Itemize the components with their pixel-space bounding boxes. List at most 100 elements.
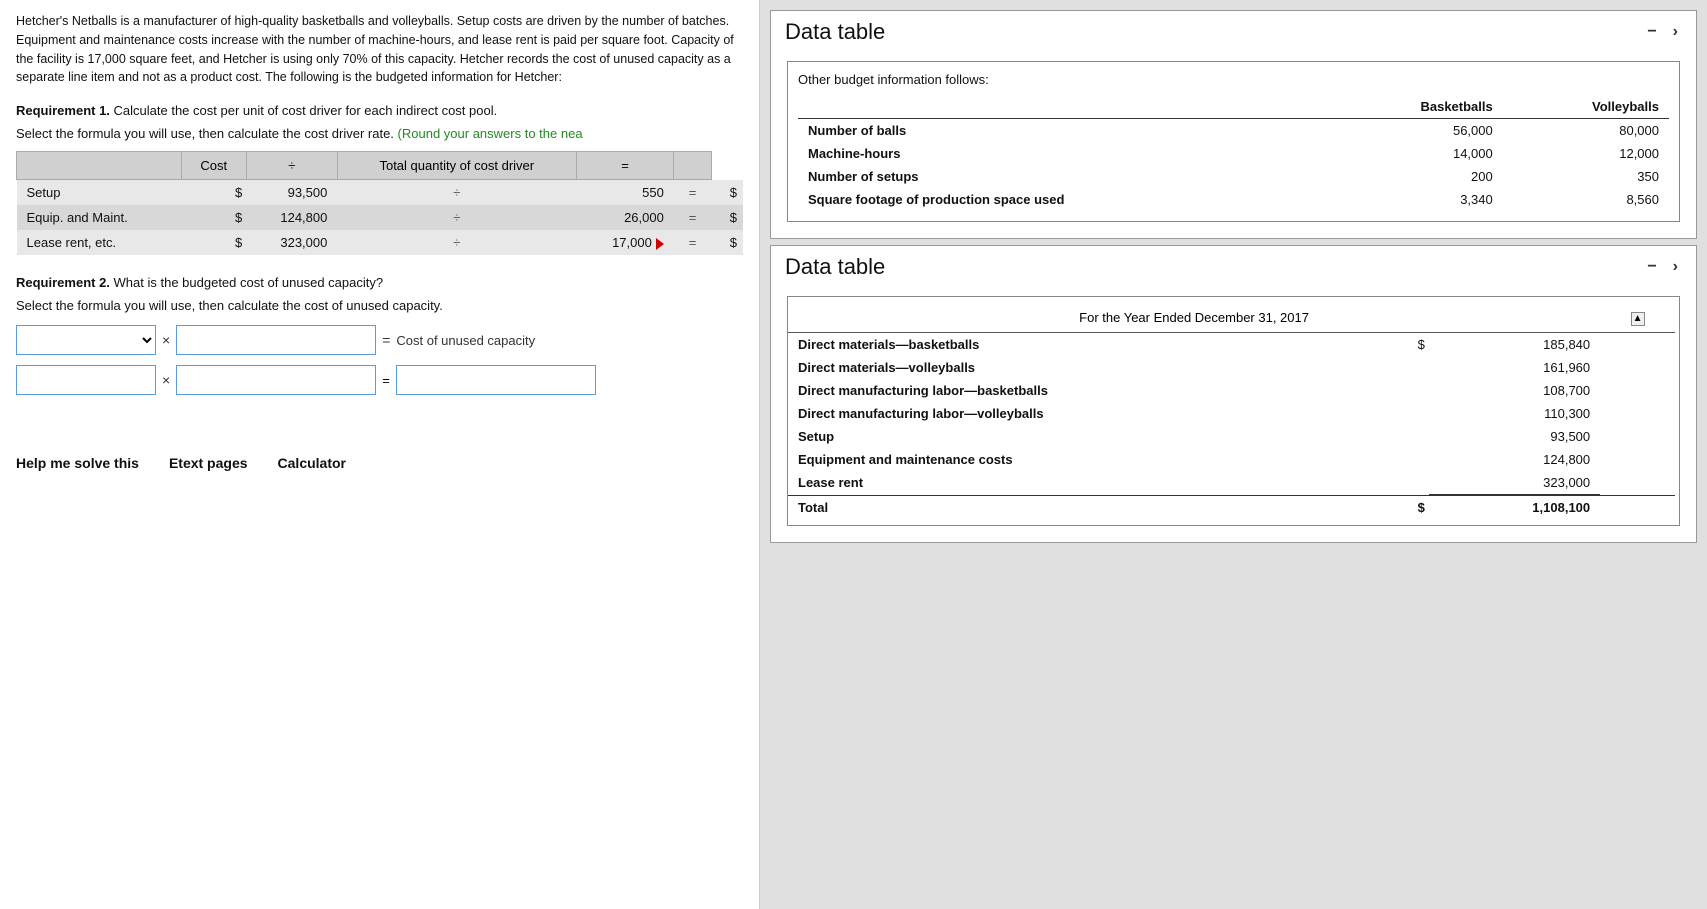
col-header-eq: = — [576, 152, 674, 180]
cost-row-dollar: $ — [181, 180, 246, 206]
cost-row-cost: 124,800 — [246, 205, 337, 230]
fin-row-label: Direct materials—volleyballs — [788, 356, 1382, 379]
etext-link[interactable]: Etext pages — [169, 455, 248, 471]
card2-controls: − › — [1643, 258, 1682, 276]
fin-table-wrapper: For the Year Ended December 31, 2017 ▲ D… — [787, 296, 1680, 526]
budget-table-wrapper: Other budget information follows: Basket… — [787, 61, 1680, 222]
scroll-up-button[interactable]: ▲ — [1631, 312, 1645, 326]
cost-row-eq: = — [674, 205, 712, 230]
multiply-operator: × — [162, 332, 170, 348]
cost-row-label: Lease rent, etc. — [17, 230, 182, 255]
col-header-cost: Cost — [181, 152, 246, 180]
cost-row-div: ÷ — [337, 180, 576, 206]
budget-row-label: Number of setups — [798, 165, 1326, 188]
fin-row-amount: 1,108,100 — [1429, 495, 1600, 519]
formula-select[interactable] — [16, 325, 156, 355]
fin-row-empty — [1600, 495, 1675, 519]
req2-row2-input1[interactable] — [16, 365, 156, 395]
col-header-empty — [17, 152, 182, 180]
budget-row-v: 350 — [1503, 165, 1669, 188]
cost-row-div: ÷ — [337, 230, 576, 255]
data-card-1: Data table − › Other budget information … — [770, 10, 1697, 239]
budget-row-b: 3,340 — [1326, 188, 1502, 211]
fin-row-amount: 161,960 — [1429, 356, 1600, 379]
req2-row2-input2[interactable] — [176, 365, 376, 395]
fin-row-dollar — [1382, 448, 1429, 471]
fin-row-amount: 93,500 — [1429, 425, 1600, 448]
req2-row2-result[interactable] — [396, 365, 596, 395]
left-panel: Hetcher's Netballs is a manufacturer of … — [0, 0, 760, 909]
data-card-2-header: Data table − › — [771, 246, 1696, 286]
multiply-operator2: × — [162, 372, 170, 388]
data-card-1-body: Other budget information follows: Basket… — [771, 51, 1696, 238]
card1-minimize-button[interactable]: − — [1643, 23, 1660, 41]
req2-heading: Requirement 2. What is the budgeted cost… — [16, 275, 743, 290]
data-table1-title: Data table — [785, 19, 885, 45]
data-card-2: Data table − › For the Year Ended Decemb… — [770, 245, 1697, 543]
fin-row-label: Direct manufacturing labor—volleyballs — [788, 402, 1382, 425]
fin-scroll-up: ▲ — [1600, 303, 1675, 333]
cost-row-qty: 550 — [576, 180, 674, 206]
data-table2-title: Data table — [785, 254, 885, 280]
budget-row-v: 80,000 — [1503, 119, 1669, 143]
cost-row-result: $ — [711, 205, 743, 230]
requirement2-section: Requirement 2. What is the budgeted cost… — [16, 275, 743, 395]
cost-row-qty: 26,000 — [576, 205, 674, 230]
cost-row-result: $ — [711, 180, 743, 206]
fin-row-empty — [1600, 402, 1675, 425]
col-header-result — [674, 152, 712, 180]
cost-row-dollar: $ — [181, 205, 246, 230]
cost-row-qty: 17,000 — [576, 230, 674, 255]
help-link[interactable]: Help me solve this — [16, 455, 139, 471]
calculator-link[interactable]: Calculator — [278, 455, 346, 471]
budget-row-v: 8,560 — [1503, 188, 1669, 211]
budget-row-label: Square footage of production space used — [798, 188, 1326, 211]
cost-row-cost: 323,000 — [246, 230, 337, 255]
fin-row-dollar — [1382, 425, 1429, 448]
data-card-2-body: For the Year Ended December 31, 2017 ▲ D… — [771, 286, 1696, 542]
budget-row-v: 12,000 — [1503, 142, 1669, 165]
budget-row-label: Machine-hours — [798, 142, 1326, 165]
budget-subtitle: Other budget information follows: — [798, 72, 1669, 87]
cost-row-eq: = — [674, 180, 712, 206]
right-panel: Data table − › Other budget information … — [760, 0, 1707, 909]
fin-row-dollar — [1382, 402, 1429, 425]
col-header-qty: Total quantity of cost driver — [337, 152, 576, 180]
intro-text: Hetcher's Netballs is a manufacturer of … — [16, 12, 743, 87]
req2-formula-row2: × = — [16, 365, 743, 395]
fin-row-label: Lease rent — [788, 471, 1382, 495]
card1-expand-button[interactable]: › — [1669, 23, 1682, 41]
fin-row-empty — [1600, 448, 1675, 471]
fin-row-label: Setup — [788, 425, 1382, 448]
budget-table: Basketballs Volleyballs Number of balls … — [798, 95, 1669, 211]
budget-row-b: 200 — [1326, 165, 1502, 188]
fin-row-amount: 110,300 — [1429, 402, 1600, 425]
fin-row-amount: 323,000 — [1429, 471, 1600, 495]
fin-row-dollar — [1382, 356, 1429, 379]
fin-row-dollar: $ — [1382, 333, 1429, 357]
bottom-links: Help me solve this Etext pages Calculato… — [16, 455, 743, 471]
req2-instruction: Select the formula you will use, then ca… — [16, 298, 743, 313]
budget-row-b: 56,000 — [1326, 119, 1502, 143]
equals-sign: = — [382, 332, 390, 348]
req1-heading: Requirement 1. Calculate the cost per un… — [16, 103, 743, 118]
budget-row-b: 14,000 — [1326, 142, 1502, 165]
fin-row-empty — [1600, 356, 1675, 379]
cost-driver-table: Cost ÷ Total quantity of cost driver = S… — [16, 151, 743, 255]
req2-formula-row1: × = Cost of unused capacity — [16, 325, 743, 355]
budget-col-basketballs: Basketballs — [1326, 95, 1502, 119]
fin-row-empty — [1600, 471, 1675, 495]
req1-instruction: Select the formula you will use, then ca… — [16, 126, 743, 141]
fin-row-label: Direct materials—basketballs — [788, 333, 1382, 357]
fin-row-amount: 185,840 — [1429, 333, 1600, 357]
fin-row-dollar — [1382, 379, 1429, 402]
cost-row-label: Equip. and Maint. — [17, 205, 182, 230]
fin-row-amount: 124,800 — [1429, 448, 1600, 471]
cost-row-div: ÷ — [337, 205, 576, 230]
cost-row-label: Setup — [17, 180, 182, 206]
req2-input1[interactable] — [176, 325, 376, 355]
data-card-1-header: Data table − › — [771, 11, 1696, 51]
card2-expand-button[interactable]: › — [1669, 258, 1682, 276]
fin-table-scroll[interactable]: For the Year Ended December 31, 2017 ▲ D… — [788, 303, 1679, 519]
card2-minimize-button[interactable]: − — [1643, 258, 1660, 276]
